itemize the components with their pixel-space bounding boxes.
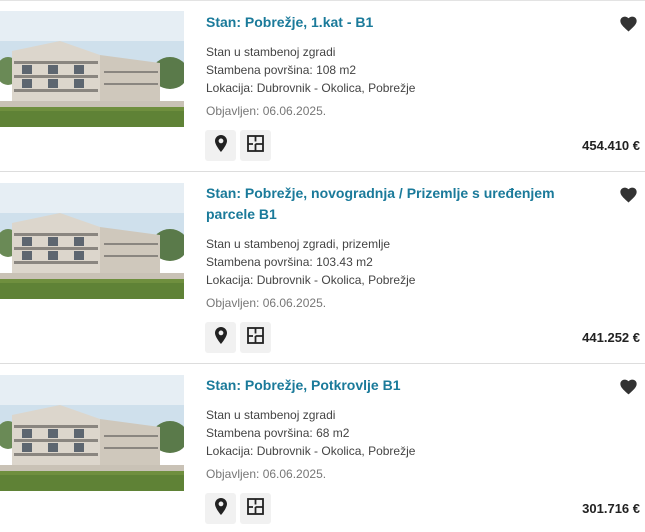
map-pin-icon <box>214 134 227 157</box>
floorplan-button[interactable] <box>240 130 271 161</box>
listing-thumbnail[interactable] <box>0 375 184 491</box>
listing-item: Stan: Pobrežje, 1.kat - B1 Stan u stambe… <box>0 0 645 172</box>
heart-icon[interactable] <box>620 16 637 32</box>
living-area: Stambena površina: 108 m2 <box>206 63 357 77</box>
floorplan-icon <box>247 326 264 349</box>
listing-title[interactable]: Stan: Pobrežje, 1.kat - B1 <box>206 12 576 33</box>
listing-price: 441.252 € <box>582 330 640 345</box>
listing-price: 454.410 € <box>582 138 640 153</box>
listing-thumbnail[interactable] <box>0 11 184 127</box>
property-type: Stan u stambenoj zgradi, prizemlje <box>206 237 391 251</box>
published-date: Objavljen: 06.06.2025. <box>206 296 327 310</box>
published-date: Objavljen: 06.06.2025. <box>206 467 327 481</box>
floorplan-icon <box>247 134 264 157</box>
map-location-button[interactable] <box>205 322 236 353</box>
listing-item: Stan: Pobrežje, novogradnja / Prizemlje … <box>0 172 645 364</box>
property-type: Stan u stambenoj zgradi <box>206 408 336 422</box>
heart-icon[interactable] <box>620 379 637 395</box>
location: Lokacija: Dubrovnik - Okolica, Pobrežje <box>206 81 416 95</box>
map-pin-icon <box>214 326 227 349</box>
map-location-button[interactable] <box>205 130 236 161</box>
listing-thumbnail[interactable] <box>0 183 184 299</box>
location: Lokacija: Dubrovnik - Okolica, Pobrežje <box>206 273 416 287</box>
map-pin-icon <box>214 497 227 520</box>
property-type: Stan u stambenoj zgradi <box>206 45 336 59</box>
listing-title[interactable]: Stan: Pobrežje, novogradnja / Prizemlje … <box>206 183 576 225</box>
listing-price: 301.716 € <box>582 501 640 516</box>
living-area: Stambena površina: 103.43 m2 <box>206 255 373 269</box>
listing-title[interactable]: Stan: Pobrežje, Potkrovlje B1 <box>206 375 576 396</box>
location: Lokacija: Dubrovnik - Okolica, Pobrežje <box>206 444 416 458</box>
published-date: Objavljen: 06.06.2025. <box>206 104 327 118</box>
heart-icon[interactable] <box>620 187 637 203</box>
floorplan-button[interactable] <box>240 493 271 524</box>
living-area: Stambena površina: 68 m2 <box>206 426 350 440</box>
map-location-button[interactable] <box>205 493 236 524</box>
listing-item: Stan: Pobrežje, Potkrovlje B1 Stan u sta… <box>0 364 645 532</box>
floorplan-button[interactable] <box>240 322 271 353</box>
floorplan-icon <box>247 497 264 520</box>
